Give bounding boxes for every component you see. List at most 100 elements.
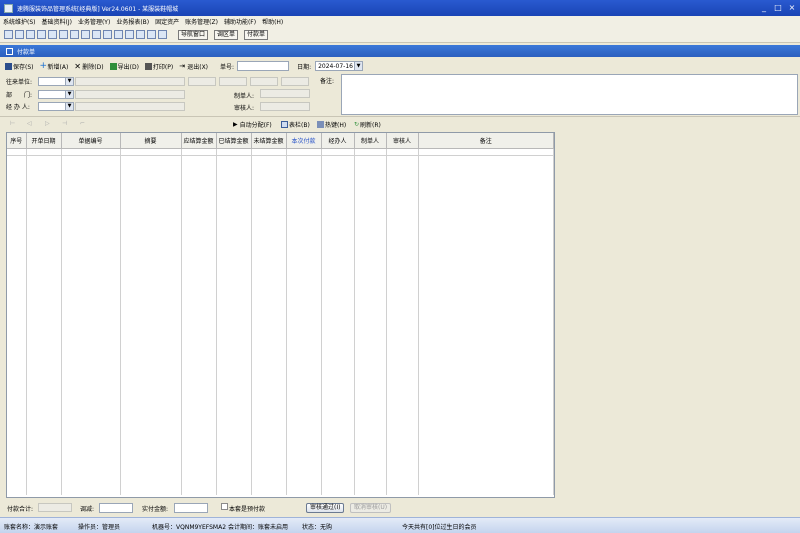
menu-fixed-assets[interactable]: 固定资产 [155, 17, 179, 26]
status-state: 状态：无购 [302, 524, 333, 531]
col-settled-amount[interactable]: 已结算金额 [216, 133, 252, 149]
menu-accounting[interactable]: 账务管理(Z) [185, 17, 218, 26]
toolbar-icon[interactable] [158, 30, 167, 39]
toolbar-icon[interactable] [81, 30, 90, 39]
col-current-payment[interactable]: 本次付款 [286, 133, 322, 149]
toolbar-icon[interactable] [59, 30, 68, 39]
col-unsettled-amount[interactable]: 未结算金额 [251, 133, 287, 149]
menu-tools[interactable]: 辅助功能(F) [224, 17, 256, 26]
exit-icon: ⇥ [179, 61, 186, 70]
save-label: 保存(S) [13, 63, 34, 71]
columns-button[interactable]: 表栏(B) [281, 120, 310, 129]
export-button[interactable]: 导出(D) [109, 62, 139, 71]
prepay-checkbox[interactable] [221, 503, 228, 510]
refresh-button[interactable]: ↻ 刷新(R) [354, 120, 381, 129]
date-label: 日期: [297, 63, 312, 71]
save-icon [5, 62, 12, 70]
toolbar-icon[interactable] [4, 30, 13, 39]
hotkey-button[interactable]: 热键(H) [317, 120, 346, 129]
payment-total-field [38, 503, 72, 512]
nav-window-button[interactable]: 导航窗口 [178, 29, 209, 40]
auto-allocate-button[interactable]: ▶ 自动分配(F) [233, 120, 272, 129]
col-date[interactable]: 开单日期 [26, 133, 62, 149]
totals-bar: 付款合计: 调减: 实付金额: 本套是预付款 审核通过(I) 取消审核(U) [0, 500, 800, 516]
col-auditor[interactable]: 审核人 [386, 133, 419, 149]
col-remark[interactable]: 备注 [418, 133, 554, 149]
chevron-down-icon[interactable]: ▼ [65, 91, 73, 98]
delete-button[interactable]: ✕ 删除(D) [74, 62, 103, 71]
chevron-down-icon[interactable]: ▼ [65, 103, 73, 110]
toolbar-icon[interactable] [92, 30, 101, 39]
col-doc-no[interactable]: 单据编号 [61, 133, 121, 149]
menu-reports[interactable]: 业务报表(B) [116, 17, 149, 26]
delete-icon: ✕ [74, 61, 81, 71]
payment-grid[interactable]: 序号 开单日期 单据编号 摘要 应结算金额 已结算金额 未结算金额 本次付款 经… [6, 132, 555, 498]
delete-label: 删除(D) [82, 63, 104, 71]
keyboard-icon [317, 121, 324, 128]
approve-button[interactable]: 审核通过(I) [306, 503, 345, 513]
hotkey-label: 热键(H) [325, 122, 347, 129]
auto-allocate-label: 自动分配(F) [239, 122, 272, 129]
toolbar-icon[interactable] [48, 30, 57, 39]
chevron-down-icon[interactable]: ▼ [65, 78, 73, 85]
col-due-amount[interactable]: 应结算金额 [181, 133, 217, 149]
cancel-approve-button[interactable]: 取消审核(U) [350, 503, 392, 513]
last-record-icon[interactable]: ⊣ [62, 120, 67, 127]
partner-combo[interactable]: ▼ [38, 77, 74, 86]
export-label: 导出(D) [117, 63, 139, 71]
col-summary[interactable]: 摘要 [120, 133, 182, 149]
handler-label: 经 办 人: [6, 104, 30, 111]
col-maker[interactable]: 制单人 [354, 133, 387, 149]
chevron-down-icon[interactable]: ▼ [354, 62, 363, 70]
minimize-icon[interactable]: _ [759, 3, 769, 13]
toolbar-icon[interactable] [136, 30, 145, 39]
menu-system[interactable]: 系统维护(S) [3, 17, 36, 26]
toolbar-icon[interactable] [125, 30, 134, 39]
toolbar-icon[interactable] [37, 30, 46, 39]
toolbar-icon[interactable] [114, 30, 123, 39]
next-record-icon[interactable]: ▷ [45, 120, 50, 127]
dept-combo[interactable]: ▼ [38, 90, 74, 99]
actual-amount-input[interactable] [174, 503, 208, 513]
adjust-input[interactable] [99, 503, 133, 513]
date-picker[interactable]: 2024-07-16 ▼ [315, 61, 364, 71]
status-bar: 账套名称：演示账套 操作员：管理员 机器号：VQNM9YEFSMA2 会计期间：… [0, 517, 800, 533]
doc-no-input[interactable] [237, 61, 290, 71]
col-index[interactable]: 序号 [7, 133, 27, 149]
toolbar-icon[interactable] [103, 30, 112, 39]
remark-textarea[interactable] [341, 74, 798, 115]
partner-info-field [188, 77, 216, 86]
header-form: 往来单位: ▼ 备注: 部 门: ▼ 制单人: 经 办 人: ▼ 审核人: [0, 74, 800, 118]
maker-field [260, 89, 310, 98]
toolbar-icon[interactable] [26, 30, 35, 39]
toolbar-icon[interactable] [70, 30, 79, 39]
prev-record-icon[interactable]: ◁ [27, 120, 32, 127]
play-icon: ▶ [233, 121, 238, 128]
first-record-icon[interactable]: ⊢ [10, 120, 15, 127]
table-row[interactable] [7, 148, 554, 156]
handler-combo[interactable]: ▼ [38, 102, 74, 111]
menu-help[interactable]: 帮助(H) [262, 17, 283, 26]
partner-info-field [219, 77, 247, 86]
date-value: 2024-07-16 [318, 63, 353, 70]
plus-icon: + [39, 60, 48, 71]
menu-business[interactable]: 业务管理(Y) [78, 17, 110, 26]
transfer-button[interactable]: 调区单 [214, 29, 239, 40]
toolbar-icon[interactable] [15, 30, 24, 39]
print-button[interactable]: 打印(P) [144, 62, 173, 71]
payment-button[interactable]: 付款单 [244, 29, 269, 40]
col-handler[interactable]: 经办人 [321, 133, 355, 149]
save-button[interactable]: 保存(S) [5, 62, 34, 71]
remark-label: 备注: [320, 78, 335, 85]
status-period: 会计期间：账套未启用 [228, 524, 289, 531]
close-icon[interactable]: × [787, 3, 797, 13]
menu-basic-data[interactable]: 基础资料(J) [42, 17, 72, 26]
flag-icon[interactable]: ⌐ [80, 120, 85, 127]
add-button[interactable]: + 新增(A) [39, 60, 69, 71]
toolbar-icon[interactable] [147, 30, 156, 39]
exit-label: 退出(X) [187, 63, 209, 71]
dept-name-field [75, 90, 185, 99]
maximize-icon[interactable]: □ [773, 3, 783, 13]
exit-button[interactable]: ⇥ 退出(X) [179, 62, 208, 71]
title-bar: 速腾服装饰品管理系统[经典版] Ver24.0601 - 某服装鞋帽城 _ □ … [0, 0, 800, 16]
